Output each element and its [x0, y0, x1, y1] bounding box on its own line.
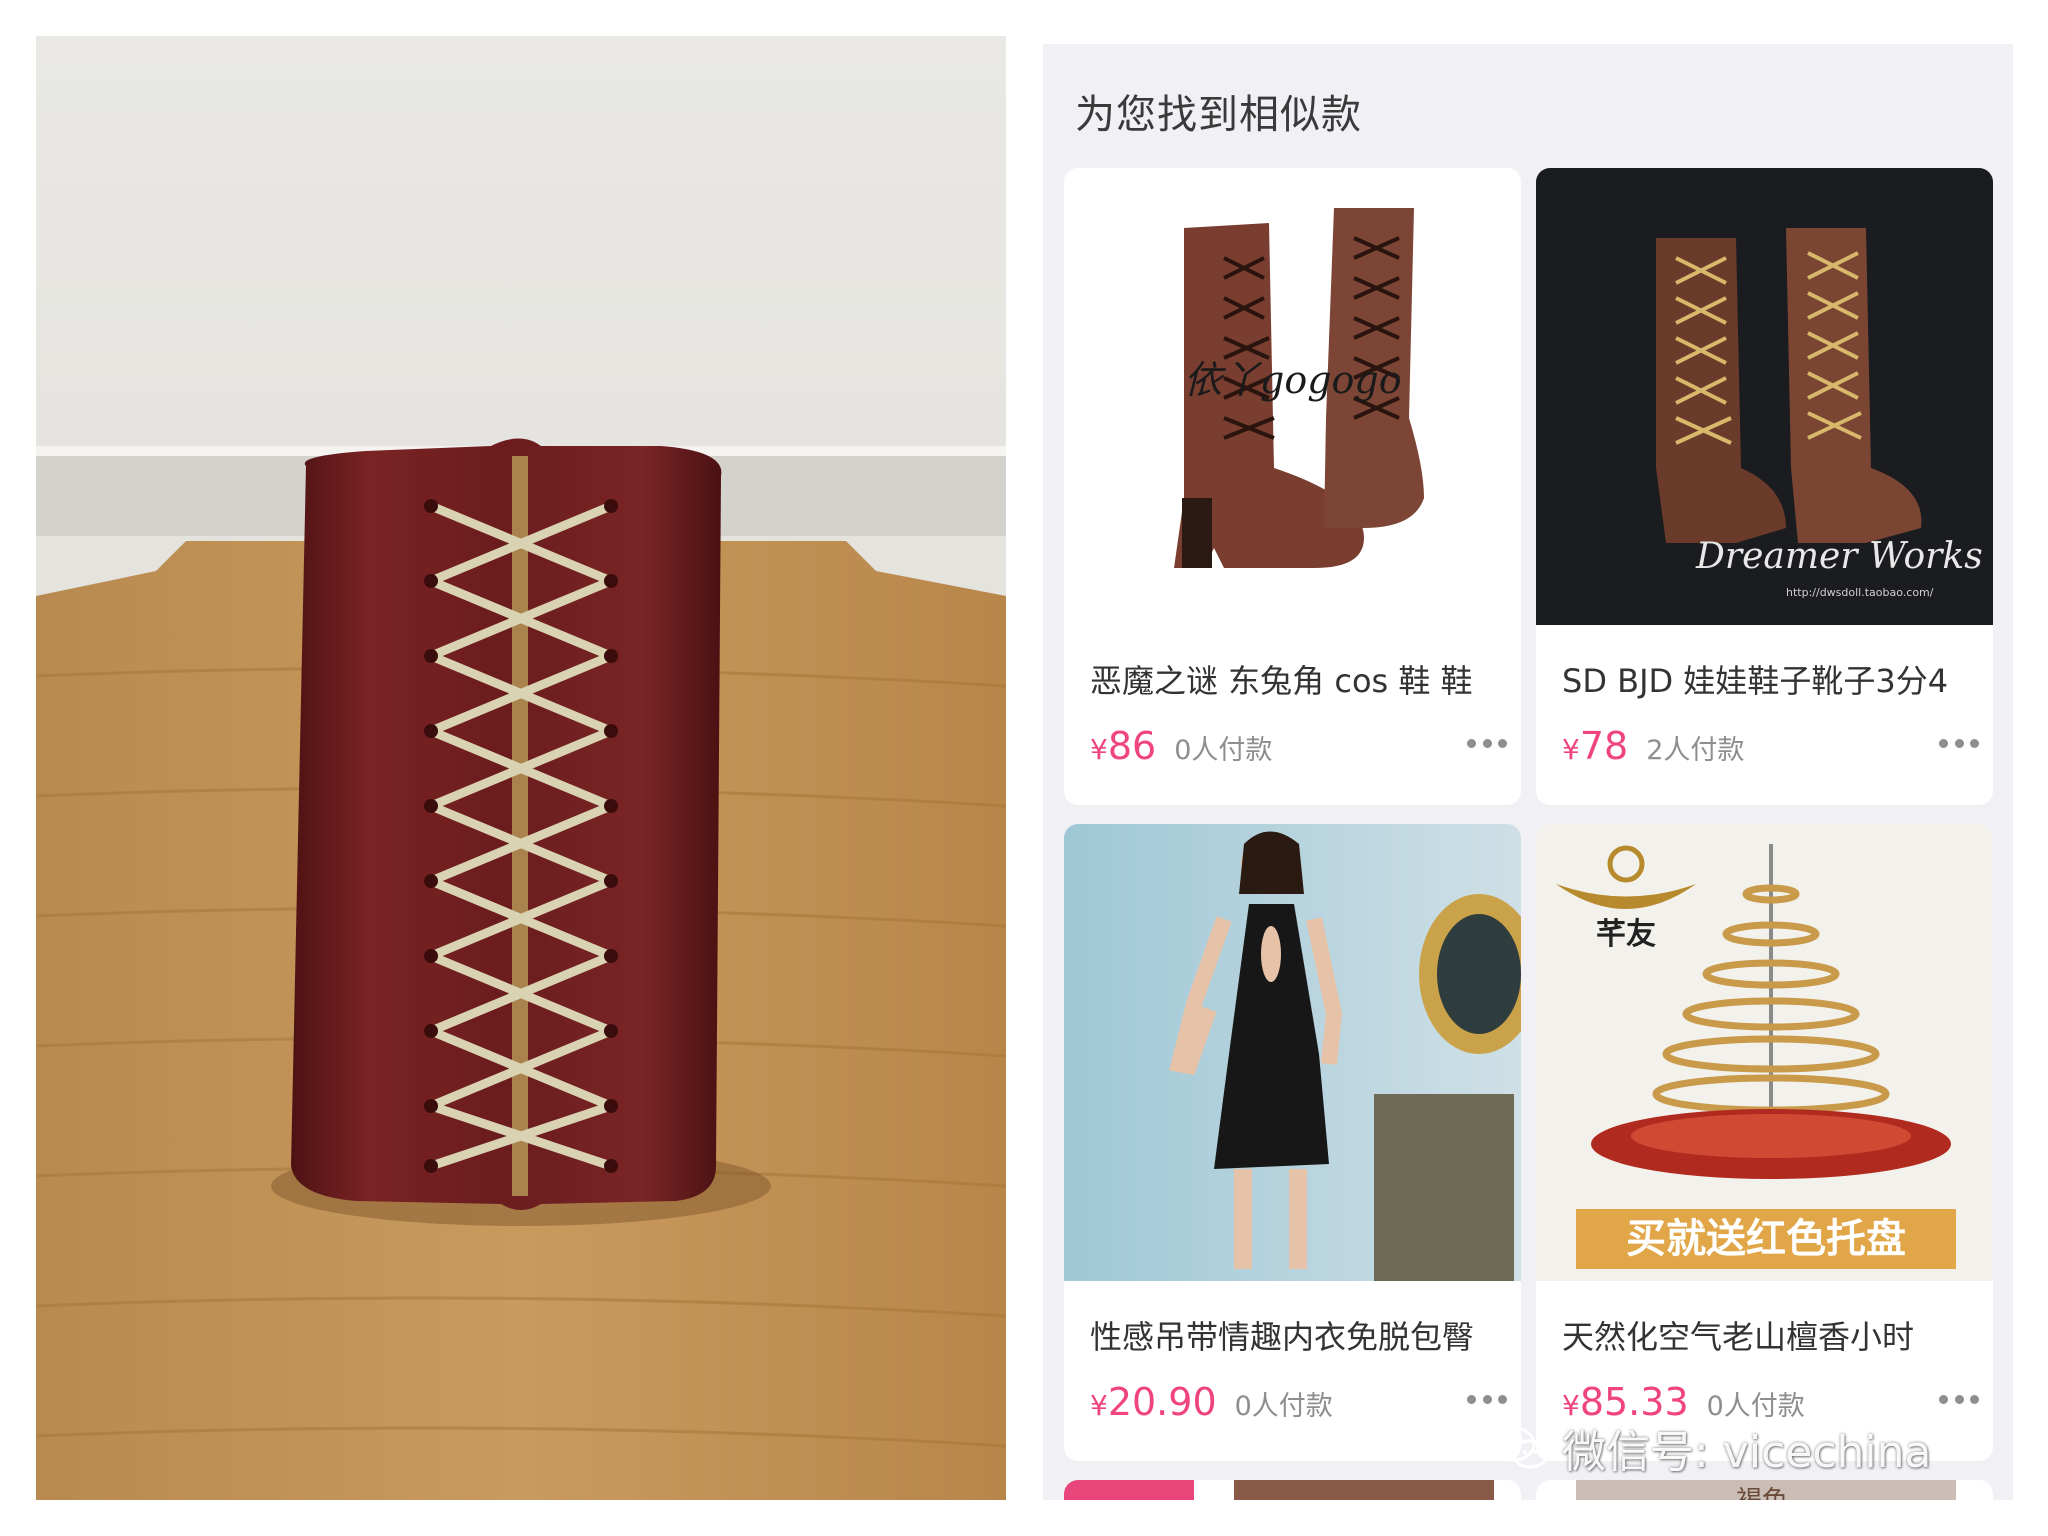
product-card[interactable]: Dreamer Works http://dwsdoll.taobao.com/…: [1536, 168, 1993, 805]
price-row: ¥20.90 0人付款: [1090, 1380, 1500, 1430]
wechat-watermark: 微信号: vicechina: [1490, 1418, 1932, 1478]
partial-product-card[interactable]: [1064, 1480, 1521, 1500]
image-watermark-url: http://dwsdoll.taobao.com/: [1786, 586, 1934, 599]
incense-coil-image[interactable]: 芊友 买就送红色托盘: [1536, 824, 1993, 1281]
product-price: 20.90: [1107, 1380, 1217, 1424]
doll-boots-image[interactable]: Dreamer Works http://dwsdoll.taobao.com/: [1536, 168, 1993, 625]
watermark-text: 微信号: vicechina: [1562, 1427, 1932, 1478]
similar-items-panel: 为您找到相似款 依丫gogogo 恶魔之谜 东兔角 cos 鞋 鞋 ¥86 0人付…: [1043, 44, 2013, 1500]
currency-symbol: ¥: [1090, 733, 1108, 766]
product-name[interactable]: SD BJD 娃娃鞋子靴子3分4: [1562, 656, 1972, 702]
currency-symbol: ¥: [1090, 1389, 1108, 1422]
partial-thumb-label: 褐色: [1736, 1480, 1788, 1500]
product-price: 78: [1579, 724, 1629, 768]
more-options-icon[interactable]: [1939, 733, 1979, 753]
image-brand: 芊友: [1596, 917, 1656, 952]
price-row: ¥78 2人付款: [1562, 724, 1972, 774]
partial-thumb: [1064, 1480, 1194, 1500]
price-row: ¥86 0人付款: [1090, 724, 1500, 774]
leather-cuff-image: [36, 36, 1006, 1500]
panel-title: 为您找到相似款: [1075, 92, 1362, 138]
product-card[interactable]: 芊友 买就送红色托盘 天然化空气老山檀香小时 ¥85.33 0人付款: [1536, 824, 1993, 1461]
product-name[interactable]: 天然化空气老山檀香小时: [1562, 1312, 1972, 1358]
product-card[interactable]: 依丫gogogo 恶魔之谜 东兔角 cos 鞋 鞋 ¥86 0人付款: [1064, 168, 1521, 805]
wechat-icon: [1492, 1426, 1549, 1469]
product-name[interactable]: 性感吊带情趣内衣免脱包臀: [1090, 1312, 1500, 1358]
product-price: 86: [1107, 724, 1157, 768]
product-card[interactable]: 性感吊带情趣内衣免脱包臀 ¥20.90 0人付款: [1064, 824, 1521, 1461]
partial-product-card[interactable]: 褐色: [1536, 1480, 1993, 1500]
image-watermark: 依丫gogogo: [1184, 358, 1402, 402]
lingerie-model-image[interactable]: [1064, 824, 1521, 1281]
more-options-icon[interactable]: [1467, 1389, 1507, 1409]
leather-cuff-photo: [36, 36, 1006, 1500]
partial-thumb: [1234, 1480, 1494, 1500]
image-banner: 买就送红色托盘: [1626, 1215, 1906, 1262]
product-name[interactable]: 恶魔之谜 东兔角 cos 鞋 鞋: [1090, 656, 1500, 702]
sold-count: 0人付款: [1234, 1391, 1333, 1422]
sold-count: 2人付款: [1646, 735, 1745, 766]
more-options-icon[interactable]: [1939, 1389, 1979, 1409]
image-watermark: Dreamer Works: [1695, 536, 1983, 577]
currency-symbol: ¥: [1562, 733, 1580, 766]
brown-lace-up-boots-image[interactable]: 依丫gogogo: [1064, 168, 1521, 625]
sold-count: 0人付款: [1174, 735, 1273, 766]
more-options-icon[interactable]: [1467, 733, 1507, 753]
